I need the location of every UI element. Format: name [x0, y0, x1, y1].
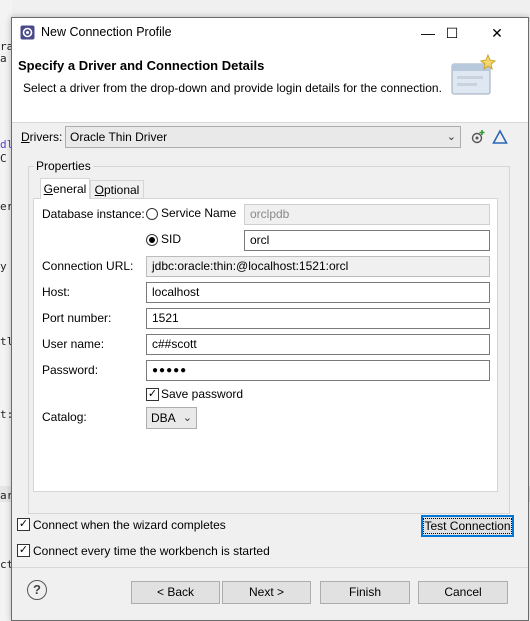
- service-name-field: orclpdb: [244, 204, 490, 225]
- page-description: Select a driver from the drop-down and p…: [23, 81, 442, 95]
- background-code-line: C: [0, 152, 7, 165]
- password-field[interactable]: ●●●●●: [146, 360, 490, 381]
- drivers-selected-value: Oracle Thin Driver: [70, 130, 168, 144]
- chevron-down-icon: ⌄: [182, 412, 192, 424]
- connect-on-finish-checkbox[interactable]: ✓: [17, 518, 30, 531]
- back-button[interactable]: < Back: [131, 581, 220, 604]
- background-code-line: y: [0, 260, 7, 273]
- connect-on-finish-label: Connect when the wizard completes: [33, 518, 226, 532]
- button-bar-divider: [12, 567, 528, 568]
- database-instance-label: Database instance:: [42, 207, 145, 221]
- title-bar: New Connection Profile — ☐ ✕: [12, 18, 528, 48]
- wizard-banner-icon: [448, 52, 498, 102]
- service-name-label: Service Name: [161, 206, 237, 220]
- sid-label: SID: [161, 232, 182, 246]
- catalog-selected-value: DBA: [151, 411, 176, 425]
- sid-field[interactable]: orcl: [244, 230, 490, 251]
- connect-on-startup-checkbox[interactable]: ✓: [17, 544, 30, 557]
- page-title: Specify a Driver and Connection Details: [18, 58, 265, 73]
- tab-optional[interactable]: Optional: [90, 180, 144, 199]
- background-code-line: a: [0, 52, 7, 65]
- host-field[interactable]: localhost: [146, 282, 490, 303]
- save-password-checkbox[interactable]: ✓: [146, 388, 159, 401]
- wizard-banner: Specify a Driver and Connection Details …: [12, 48, 528, 123]
- catalog-label: Catalog:: [42, 410, 87, 424]
- service-name-radio[interactable]: [146, 208, 158, 220]
- drivers-dropdown[interactable]: Oracle Thin Driver ⌄: [65, 126, 461, 148]
- user-name-field[interactable]: c##scott: [146, 334, 490, 355]
- new-connection-profile-dialog: New Connection Profile — ☐ ✕ Specify a D…: [11, 17, 529, 621]
- general-tab-panel: Database instance: Service Name orclpdb …: [33, 198, 498, 492]
- connection-url-label: Connection URL:: [42, 259, 134, 273]
- edit-driver-definition-icon[interactable]: [492, 129, 508, 145]
- app-icon: [20, 25, 35, 40]
- password-label: Password:: [42, 363, 99, 377]
- tab-general[interactable]: General: [40, 178, 90, 199]
- test-connection-button[interactable]: Test Connection: [421, 515, 514, 537]
- new-driver-definition-icon[interactable]: [470, 129, 486, 145]
- port-number-field[interactable]: 1521: [146, 308, 490, 329]
- next-button[interactable]: Next >: [222, 581, 311, 604]
- save-password-label: Save password: [161, 387, 244, 401]
- host-label: Host:: [42, 285, 71, 299]
- finish-button[interactable]: Finish: [320, 581, 410, 604]
- chevron-down-icon: ⌄: [446, 131, 456, 143]
- sid-radio[interactable]: [146, 234, 158, 246]
- window-title: New Connection Profile: [41, 25, 172, 39]
- connection-url-field: jdbc:oracle:thin:@localhost:1521:orcl: [146, 256, 490, 277]
- user-name-label: User name:: [42, 337, 105, 351]
- drivers-label: Drivers:: [21, 130, 63, 144]
- close-button[interactable]: ✕: [474, 18, 520, 48]
- cancel-button[interactable]: Cancel: [418, 581, 508, 604]
- help-icon[interactable]: ?: [27, 580, 47, 600]
- maximize-button[interactable]: ☐: [429, 18, 475, 48]
- port-number-label: Port number:: [42, 311, 112, 325]
- catalog-dropdown[interactable]: DBA ⌄: [146, 407, 197, 429]
- properties-group-label: Properties: [34, 159, 93, 173]
- connect-on-startup-label: Connect every time the workbench is star…: [33, 544, 270, 558]
